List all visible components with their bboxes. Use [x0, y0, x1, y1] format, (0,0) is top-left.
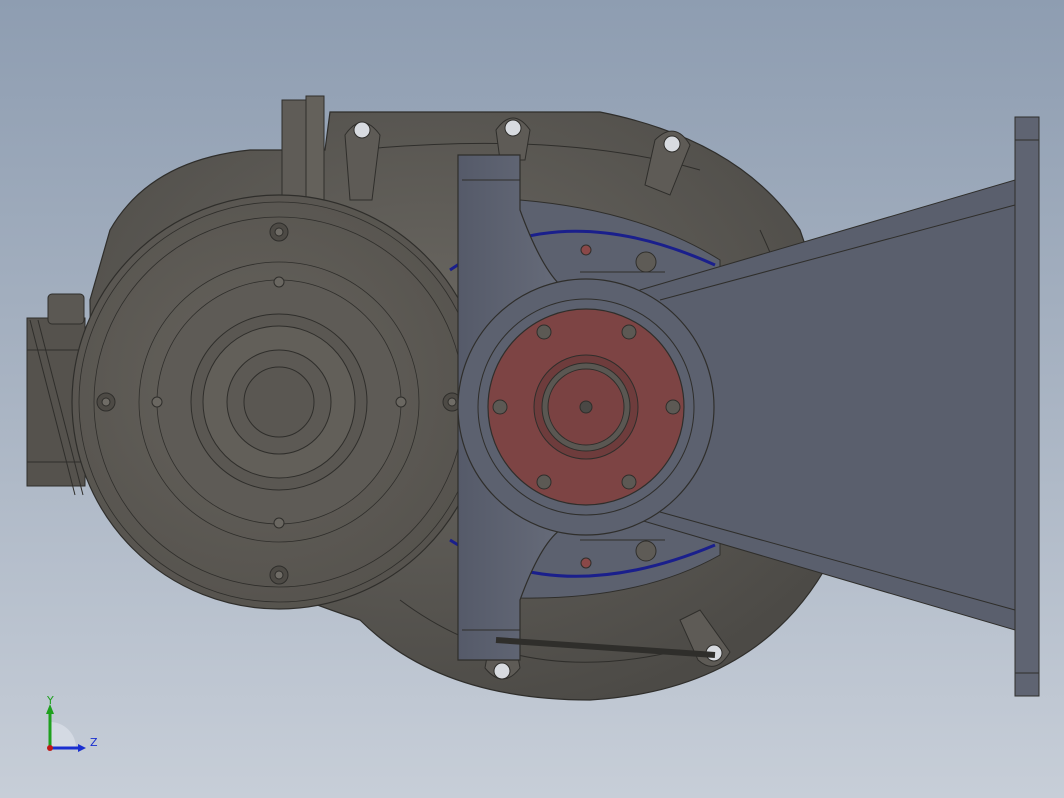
cover-bolt-left[interactable]	[96, 392, 116, 412]
cover-bolt-top[interactable]	[269, 222, 289, 242]
suction-cover[interactable]	[71, 194, 487, 610]
3d-model-view[interactable]	[0, 0, 1064, 798]
shaft-flange[interactable]	[487, 308, 685, 506]
axis-triad: Y Z	[46, 696, 98, 752]
cover-bolt-bottom[interactable]	[269, 565, 289, 585]
discharge-pipe[interactable]	[281, 95, 325, 201]
mounting-lug-2[interactable]	[495, 117, 531, 161]
triad-origin	[47, 745, 53, 751]
z-axis-label: Z	[90, 736, 98, 749]
pedestal-end-plate[interactable]	[1014, 116, 1040, 697]
graphics-viewport[interactable]: Y Z	[0, 0, 1064, 798]
y-axis-label: Y	[46, 696, 54, 707]
